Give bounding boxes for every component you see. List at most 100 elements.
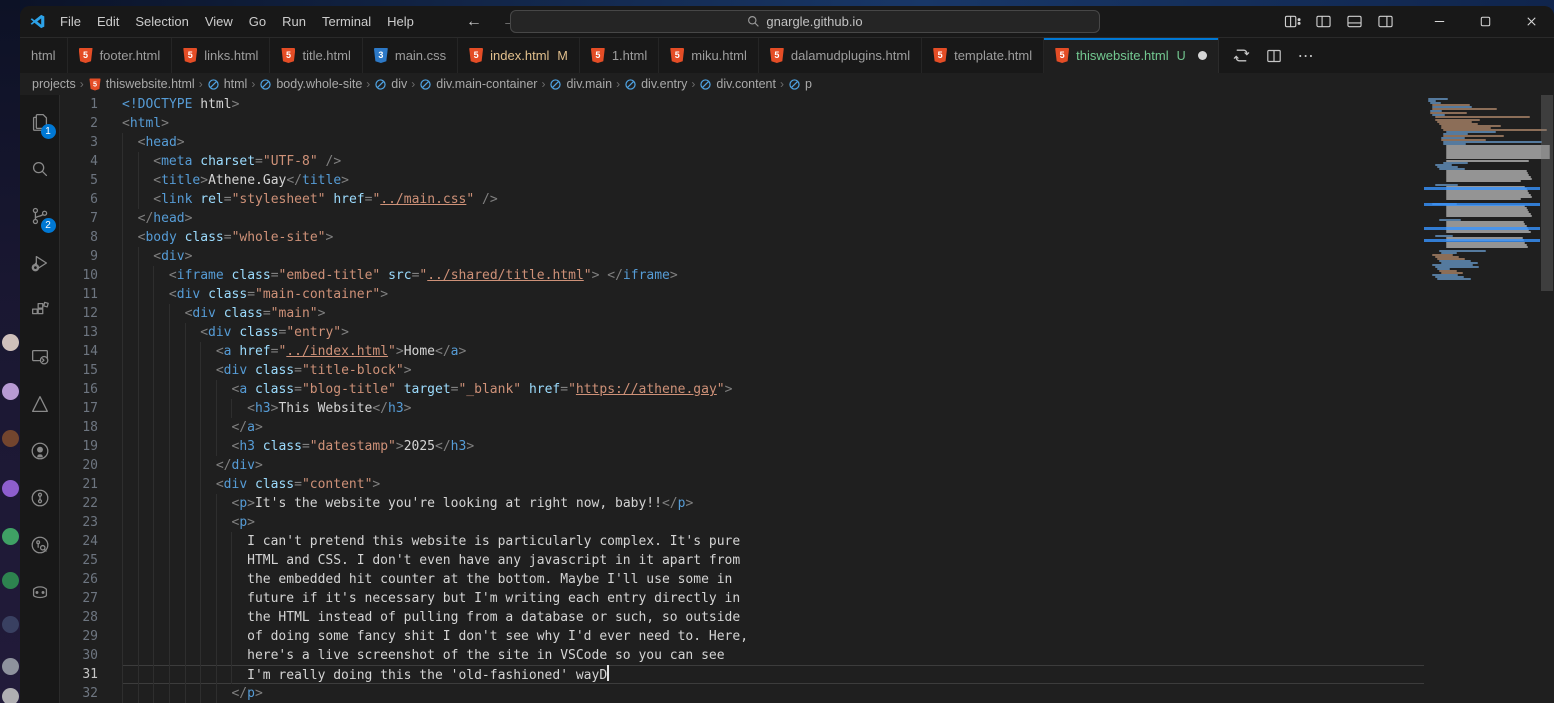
line-number[interactable]: 13 [60, 323, 98, 342]
line-number[interactable]: 17 [60, 399, 98, 418]
breadcrumb-item[interactable]: body.whole-site [259, 77, 362, 91]
code-lines[interactable]: 1<!DOCTYPE html>2<html>3<head>4<meta cha… [60, 95, 1424, 703]
menu-edit[interactable]: Edit [89, 11, 127, 32]
line-number[interactable]: 7 [60, 209, 98, 228]
line-number[interactable]: 4 [60, 152, 98, 171]
line-content[interactable]: <div class="main-container"> [122, 285, 1424, 304]
line-number[interactable]: 22 [60, 494, 98, 513]
line-content[interactable]: <iframe class="embed-title" src="../shar… [122, 266, 1424, 285]
line-content[interactable]: I'm really doing this the 'old-fashioned… [122, 665, 1424, 684]
code-line[interactable]: 19 <h3 class="datestamp">2025</h3> [60, 437, 1424, 456]
line-content[interactable]: <html> [122, 114, 1424, 133]
line-number[interactable]: 31 [60, 665, 98, 684]
code-line[interactable]: 28 the HTML instead of pulling from a dat… [60, 608, 1424, 627]
line-number[interactable]: 28 [60, 608, 98, 627]
line-number[interactable]: 3 [60, 133, 98, 152]
code-line[interactable]: 32</p> [60, 684, 1424, 703]
line-number[interactable]: 21 [60, 475, 98, 494]
breadcrumb-item[interactable]: div.main [549, 77, 612, 91]
tab-title-html[interactable]: 5title.html [270, 38, 362, 73]
code-line[interactable]: 5 <title>Athene.Gay</title> [60, 171, 1424, 190]
line-number[interactable]: 18 [60, 418, 98, 437]
editor-scrollbar[interactable] [1540, 95, 1554, 703]
code-line[interactable]: 11 <div class="main-container"> [60, 285, 1424, 304]
line-number[interactable]: 23 [60, 513, 98, 532]
line-content[interactable]: the embedded hit counter at the bottom. … [122, 570, 1424, 589]
line-content[interactable]: I can't pretend this website is particul… [122, 532, 1424, 551]
breadcrumb-item[interactable]: div.entry [624, 77, 687, 91]
remote-explorer-icon[interactable] [20, 333, 60, 380]
code-line[interactable]: 31 I'm really doing this the 'old-fashion… [60, 665, 1424, 684]
split-editor-icon[interactable] [1266, 48, 1282, 64]
line-number[interactable]: 26 [60, 570, 98, 589]
tab-miku-html[interactable]: 5miku.html [659, 38, 759, 73]
tab-thiswebsite-html[interactable]: 5thiswebsite.htmlU [1044, 38, 1219, 73]
code-line[interactable]: 23 <p> [60, 513, 1424, 532]
line-number[interactable]: 19 [60, 437, 98, 456]
line-content[interactable]: <div class="main"> [122, 304, 1424, 323]
line-content[interactable]: of doing some fancy shit I don't see why… [122, 627, 1424, 646]
more-actions-icon[interactable]: ⋯ [1298, 46, 1314, 66]
toggle-primary-sidebar-icon[interactable] [1315, 14, 1332, 29]
code-line[interactable]: 29 of doing some fancy shit I don't see w… [60, 627, 1424, 646]
line-content[interactable]: </head> [122, 209, 1424, 228]
tab-template-html[interactable]: 5template.html [922, 38, 1044, 73]
line-number[interactable]: 14 [60, 342, 98, 361]
line-content[interactable]: <a href="../index.html">Home</a> [122, 342, 1424, 361]
code-line[interactable]: 15 <div class="title-block"> [60, 361, 1424, 380]
line-content[interactable]: here's a live screenshot of the site in … [122, 646, 1424, 665]
breadcrumb-item[interactable]: div [374, 77, 407, 91]
code-line[interactable]: 16<a class="blog-title" target="_blank" … [60, 380, 1424, 399]
line-number[interactable]: 12 [60, 304, 98, 323]
tab-footer-html[interactable]: 5footer.html [68, 38, 173, 73]
godot-icon[interactable] [20, 568, 60, 615]
line-number[interactable]: 15 [60, 361, 98, 380]
line-content[interactable]: <div class="content"> [122, 475, 1424, 494]
line-content[interactable]: <link rel="stylesheet" href="../main.css… [122, 190, 1424, 209]
line-content[interactable]: HTML and CSS. I don't even have any java… [122, 551, 1424, 570]
code-line[interactable]: 24 I can't pretend this website is partic… [60, 532, 1424, 551]
line-content[interactable]: <p> [122, 513, 1424, 532]
line-number[interactable]: 27 [60, 589, 98, 608]
code-line[interactable]: 27future if it's necessary but I'm writi… [60, 589, 1424, 608]
line-content[interactable]: <h3 class="datestamp">2025</h3> [122, 437, 1424, 456]
breadcrumb-item[interactable]: p [788, 77, 812, 91]
breadcrumb-item[interactable]: div.content [699, 77, 776, 91]
tab-html[interactable]: html [20, 38, 68, 73]
line-content[interactable]: the HTML instead of pulling from a datab… [122, 608, 1424, 627]
code-line[interactable]: 20</div> [60, 456, 1424, 475]
nav-back-button[interactable]: ← [466, 13, 482, 31]
customize-layout-icon[interactable] [1284, 14, 1301, 29]
git-history-icon[interactable] [20, 474, 60, 521]
menu-run[interactable]: Run [274, 11, 314, 32]
tab-main-css[interactable]: 3main.css [363, 38, 458, 73]
line-number[interactable]: 1 [60, 95, 98, 114]
line-number[interactable]: 30 [60, 646, 98, 665]
breadcrumb-item[interactable]: div.main-container [419, 77, 537, 91]
line-number[interactable]: 24 [60, 532, 98, 551]
close-button[interactable] [1508, 6, 1554, 37]
minimap[interactable] [1424, 95, 1540, 703]
menu-help[interactable]: Help [379, 11, 422, 32]
extension-a-icon[interactable] [20, 380, 60, 427]
line-content[interactable]: </a> [122, 418, 1424, 437]
code-line[interactable]: 7 </head> [60, 209, 1424, 228]
line-content[interactable]: <div class="title-block"> [122, 361, 1424, 380]
code-line[interactable]: 30 here's a live screenshot of the site i… [60, 646, 1424, 665]
code-line[interactable]: 25HTML and CSS. I don't even have any ja… [60, 551, 1424, 570]
command-center-search[interactable]: gnargle.github.io [510, 10, 1100, 33]
line-number[interactable]: 11 [60, 285, 98, 304]
search-icon[interactable] [20, 145, 60, 192]
source-control-icon[interactable]: 2 [20, 192, 60, 239]
code-line[interactable]: 21 <div class="content"> [60, 475, 1424, 494]
breadcrumb-item[interactable]: html [207, 77, 248, 91]
code-line[interactable]: 17<h3>This Website</h3> [60, 399, 1424, 418]
line-number[interactable]: 29 [60, 627, 98, 646]
open-changes-icon[interactable] [1233, 47, 1250, 64]
line-content[interactable]: <title>Athene.Gay</title> [122, 171, 1424, 190]
line-number[interactable]: 5 [60, 171, 98, 190]
line-content[interactable]: <p>It's the website you're looking at ri… [122, 494, 1424, 513]
line-number[interactable]: 10 [60, 266, 98, 285]
code-line[interactable]: 12 <div class="main"> [60, 304, 1424, 323]
line-number[interactable]: 8 [60, 228, 98, 247]
